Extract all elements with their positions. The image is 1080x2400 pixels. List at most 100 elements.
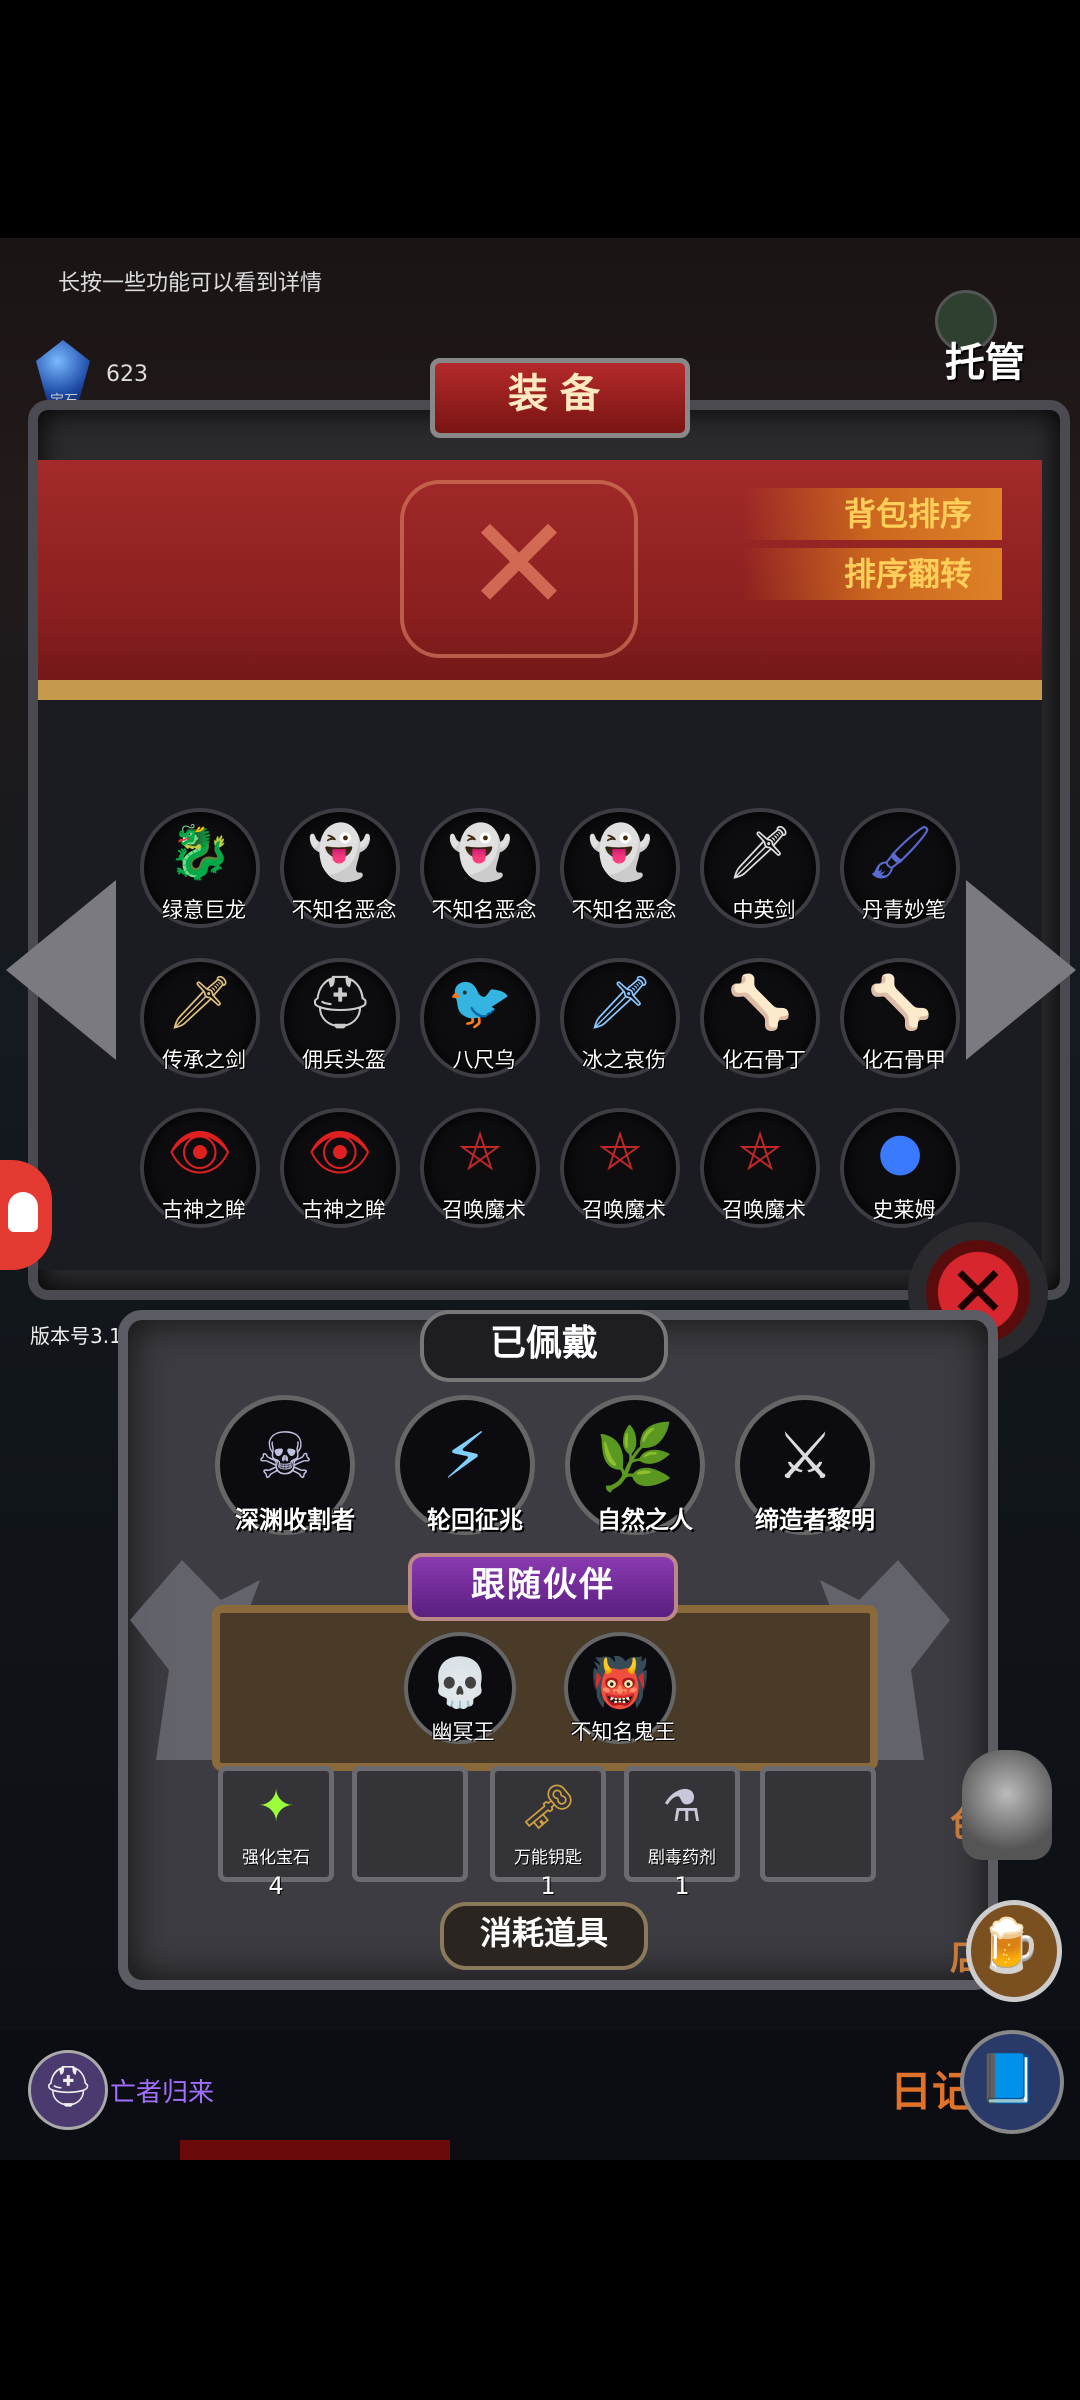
brush-icon: 🖌 xyxy=(866,823,933,883)
inventory-slot[interactable]: 🗡 传承之剑 xyxy=(140,958,260,1098)
consumable-label: 剧毒药剂 xyxy=(648,1848,716,1868)
slot-frame: 👻 不知名恶念 xyxy=(420,808,540,928)
slot-frame: 🗡 传承之剑 xyxy=(140,958,260,1078)
slot-frame: 👻 不知名恶念 xyxy=(560,808,680,928)
companion-slot[interactable]: 👹 不知名鬼王 xyxy=(564,1632,676,1762)
inventory-slot[interactable]: 👁 古神之眸 xyxy=(140,1108,260,1248)
slot-frame: 🗡 冰之哀伤 xyxy=(560,958,680,1078)
bone-icon: 🦴 xyxy=(867,973,933,1033)
skeleton-king-icon: 💀 xyxy=(430,1655,490,1711)
item-label: 召唤魔术 xyxy=(442,1198,526,1222)
item-label: 史莱姆 xyxy=(872,1198,936,1222)
reaper-icon: ☠ xyxy=(256,1420,314,1494)
consumable-slot[interactable]: ⚗ 剧毒药剂 xyxy=(624,1766,740,1882)
potion-icon: ⚗ xyxy=(662,1781,702,1832)
slime-icon: ● xyxy=(877,1122,923,1182)
green-dragon-icon: 🐉 xyxy=(167,823,233,883)
item-label: 中英剑 xyxy=(732,898,796,922)
beer-mug-button[interactable]: 🍺 xyxy=(966,1900,1062,2002)
slot-frame: ● 史莱姆 xyxy=(840,1108,960,1228)
inventory-slot[interactable]: ⛤ 召唤魔术 xyxy=(700,1108,820,1248)
sort-bag-button[interactable]: 背包排序 xyxy=(742,488,1002,540)
knight-avatar-icon: ⛑ xyxy=(42,2064,94,2110)
inventory-slot[interactable]: 🦴 化石骨丁 xyxy=(700,958,820,1098)
greatsword-icon: ⚔ xyxy=(776,1420,834,1494)
item-label: 召唤魔术 xyxy=(722,1198,806,1222)
item-label: 化石骨甲 xyxy=(862,1048,946,1072)
crow-icon: 🐦 xyxy=(447,973,513,1033)
inventory-slot[interactable]: ⛤ 召唤魔术 xyxy=(420,1108,540,1248)
consumable-slot[interactable]: ✦ 强化宝石 xyxy=(218,1766,334,1882)
player-avatar[interactable]: ⛑ xyxy=(28,2050,108,2130)
inventory-slot[interactable]: 🦴 化石骨甲 xyxy=(840,958,960,1098)
equipped-slot[interactable]: ☠ 深渊收割者 xyxy=(210,1395,360,1565)
crossed-swords-crest-icon: ✕ xyxy=(400,480,638,658)
inventory-slot[interactable]: 👻 不知名恶念 xyxy=(560,808,680,948)
item-label: 冰之哀伤 xyxy=(582,1048,666,1072)
item-label: 召唤魔术 xyxy=(582,1198,666,1222)
slot-frame: ⛑ 佣兵头盔 xyxy=(280,958,400,1078)
companion-frame xyxy=(212,1605,878,1771)
companion-frame-circle: 💀 幽冥王 xyxy=(404,1632,516,1744)
ghost-icon: 👻 xyxy=(307,823,373,883)
equipped-frame: ☠ 深渊收割者 xyxy=(215,1395,355,1535)
slot-frame: ⛤ 召唤魔术 xyxy=(700,1108,820,1228)
equipped-slot[interactable]: 🌿 自然之人 xyxy=(560,1395,710,1565)
slot-frame: 🐉 绿意巨龙 xyxy=(140,808,260,928)
inventory-slot[interactable]: 🗡 中英剑 xyxy=(700,808,820,948)
equipped-slot[interactable]: ⚔ 缔造者黎明 xyxy=(730,1395,880,1565)
inventory-slot[interactable]: 🐉 绿意巨龙 xyxy=(140,808,260,948)
red-eye-icon: 👁 xyxy=(306,1123,373,1183)
companion-slot[interactable]: 💀 幽冥王 xyxy=(404,1632,516,1762)
inventory-slot[interactable]: 👁 古神之眸 xyxy=(280,1108,400,1248)
auto-button-label: 托管 xyxy=(945,340,1025,386)
slot-frame: ⛤ 召唤魔术 xyxy=(420,1108,540,1228)
decor-strip xyxy=(180,2140,450,2160)
red-eye-icon: 👁 xyxy=(166,1123,233,1183)
consumables-title: 消耗道具 xyxy=(440,1902,648,1970)
equipped-slot[interactable]: ⚡ 轮回征兆 xyxy=(390,1395,540,1565)
consumable-label: 强化宝石 xyxy=(242,1848,310,1868)
slot-frame: ⛤ 召唤魔术 xyxy=(560,1108,680,1228)
inventory-slot[interactable]: ⛤ 召唤魔术 xyxy=(560,1108,680,1248)
person-icon[interactable] xyxy=(0,1160,52,1270)
equipped-label: 缔造者黎明 xyxy=(755,1506,875,1534)
pentagram-icon: ⛤ xyxy=(459,1122,501,1182)
helmet-icon: ⛑ xyxy=(306,973,373,1033)
empty-consumable-slot[interactable] xyxy=(760,1766,876,1882)
equipped-frame: 🌿 自然之人 xyxy=(565,1395,705,1535)
item-label: 不知名恶念 xyxy=(571,898,677,922)
ghost-icon: 👻 xyxy=(587,823,653,883)
empty-consumable-slot[interactable] xyxy=(352,1766,468,1882)
item-label: 绿意巨龙 xyxy=(162,898,246,922)
inventory-slot[interactable]: 🗡 冰之哀伤 xyxy=(560,958,680,1098)
gem-count: 623 xyxy=(106,362,148,387)
key-icon: 🗝 xyxy=(520,1782,576,1833)
item-label: 传承之剑 xyxy=(162,1048,246,1072)
inventory-slot[interactable]: 👻 不知名恶念 xyxy=(420,808,540,948)
slot-frame: 🖌 丹青妙笔 xyxy=(840,808,960,928)
item-label: 八尺乌 xyxy=(452,1048,516,1072)
auto-button[interactable]: 托管 xyxy=(935,290,1055,390)
ghost-icon: 👻 xyxy=(447,823,513,883)
ghost-king-icon: 👹 xyxy=(590,1655,650,1711)
slot-frame: 🐦 八尺乌 xyxy=(420,958,540,1078)
consumable-slot[interactable]: 🗝 万能钥匙 xyxy=(490,1766,606,1882)
equipped-frame: ⚔ 缔造者黎明 xyxy=(735,1395,875,1535)
inventory-slot[interactable]: 🖌 丹青妙笔 xyxy=(840,808,960,948)
slot-frame: 🗡 中英剑 xyxy=(700,808,820,928)
inventory-slot[interactable]: ⛑ 佣兵头盔 xyxy=(280,958,400,1098)
inventory-slot[interactable]: 🐦 八尺乌 xyxy=(420,958,540,1098)
pentagram-icon: ⛤ xyxy=(599,1122,641,1182)
knight-helmet-icon[interactable] xyxy=(962,1750,1052,1860)
inventory-slot[interactable]: ● 史莱姆 xyxy=(840,1108,960,1248)
diary-button[interactable]: 📘 xyxy=(960,2030,1064,2134)
companion-frame-circle: 👹 不知名鬼王 xyxy=(564,1632,676,1744)
item-label: 不知名恶念 xyxy=(291,898,397,922)
companion-title: 跟随伙伴 xyxy=(408,1553,678,1621)
item-label: 不知名恶念 xyxy=(431,898,537,922)
inventory-slot[interactable]: 👻 不知名恶念 xyxy=(280,808,400,948)
reverse-sort-button[interactable]: 排序翻转 xyxy=(742,548,1002,600)
slot-frame: 🦴 化石骨甲 xyxy=(840,958,960,1078)
item-label: 古神之眸 xyxy=(302,1198,386,1222)
